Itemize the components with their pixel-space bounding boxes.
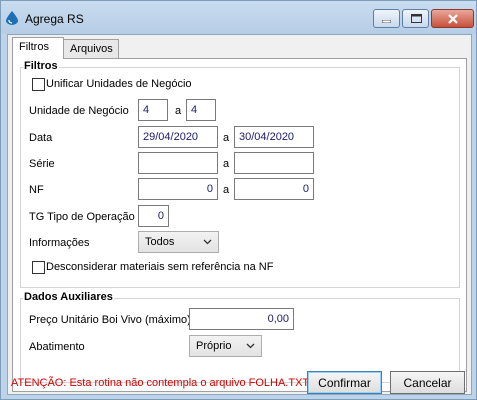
serie-separator: a xyxy=(223,158,230,170)
tab-panel-filtros: Filtros Unificar Unidades de Negócio Uni… xyxy=(12,58,467,392)
serie-label: Série xyxy=(29,158,55,170)
cancel-button[interactable]: Cancelar xyxy=(390,371,465,394)
desconsiderar-label: Desconsiderar materiais sem referência n… xyxy=(46,261,274,273)
tab-arquivos-label: Arquivos xyxy=(70,43,113,55)
app-drop-icon xyxy=(6,11,18,25)
confirm-button[interactable]: Confirmar xyxy=(307,371,382,394)
preco-input[interactable]: 0,00 xyxy=(189,308,294,330)
tg-label: TG Tipo de Operação xyxy=(29,211,135,223)
tg-input[interactable]: 0 xyxy=(138,205,169,227)
data-to-input[interactable]: 30/04/2020 xyxy=(234,126,314,148)
informacoes-value: Todos xyxy=(145,236,175,248)
dialog-window: Agrega RS Filtros Arquivos Filtros Unifi… xyxy=(0,0,477,400)
nf-from-input[interactable]: 0 xyxy=(138,178,218,200)
abatimento-value: Próprio xyxy=(196,340,232,352)
desconsiderar-checkbox[interactable] xyxy=(32,261,45,274)
unidade-from-input[interactable]: 4 xyxy=(138,99,168,121)
warning-message: ATENÇÃO: Esta rotina não contempla o arq… xyxy=(11,377,311,389)
unidade-label: Unidade de Negócio xyxy=(29,105,129,117)
abatimento-dropdown[interactable]: Próprio xyxy=(189,335,262,357)
nf-separator: a xyxy=(223,184,230,196)
chevron-down-icon xyxy=(203,239,212,245)
title-bar[interactable]: Agrega RS xyxy=(1,1,476,34)
serie-from-input[interactable] xyxy=(138,152,218,174)
unificar-checkbox[interactable] xyxy=(32,78,45,91)
tab-filtros[interactable]: Filtros xyxy=(12,37,64,59)
dialog-client-area: Filtros Arquivos Filtros Unificar Unidad… xyxy=(7,34,472,395)
serie-to-input[interactable] xyxy=(234,152,314,174)
nf-to-input[interactable]: 0 xyxy=(234,178,314,200)
filtros-group-title: Filtros xyxy=(23,60,59,72)
maximize-button[interactable] xyxy=(402,9,429,28)
close-icon xyxy=(448,14,458,24)
minimize-button[interactable] xyxy=(373,9,400,28)
nf-label: NF xyxy=(29,184,44,196)
informacoes-label: Informações xyxy=(29,237,90,249)
informacoes-dropdown[interactable]: Todos xyxy=(138,231,219,253)
unidade-to-input[interactable]: 4 xyxy=(186,99,216,121)
maximize-icon xyxy=(411,14,422,23)
data-label: Data xyxy=(29,132,53,144)
preco-label: Preço Unitário Boi Vivo (máximo) xyxy=(29,314,191,326)
data-from-input[interactable]: 29/04/2020 xyxy=(138,126,218,148)
tab-filtros-label: Filtros xyxy=(19,41,49,53)
chevron-down-icon xyxy=(246,343,255,349)
window-title: Agrega RS xyxy=(25,12,84,26)
abatimento-label: Abatimento xyxy=(29,341,85,353)
dados-auxiliares-title: Dados Auxiliares xyxy=(23,291,114,303)
close-button[interactable] xyxy=(431,9,474,28)
unificar-label: Unificar Unidades de Negócio xyxy=(46,78,192,90)
tab-arquivos[interactable]: Arquivos xyxy=(63,39,119,58)
unidade-separator: a xyxy=(175,105,182,117)
data-separator: a xyxy=(223,132,230,144)
minimize-icon xyxy=(382,20,391,23)
